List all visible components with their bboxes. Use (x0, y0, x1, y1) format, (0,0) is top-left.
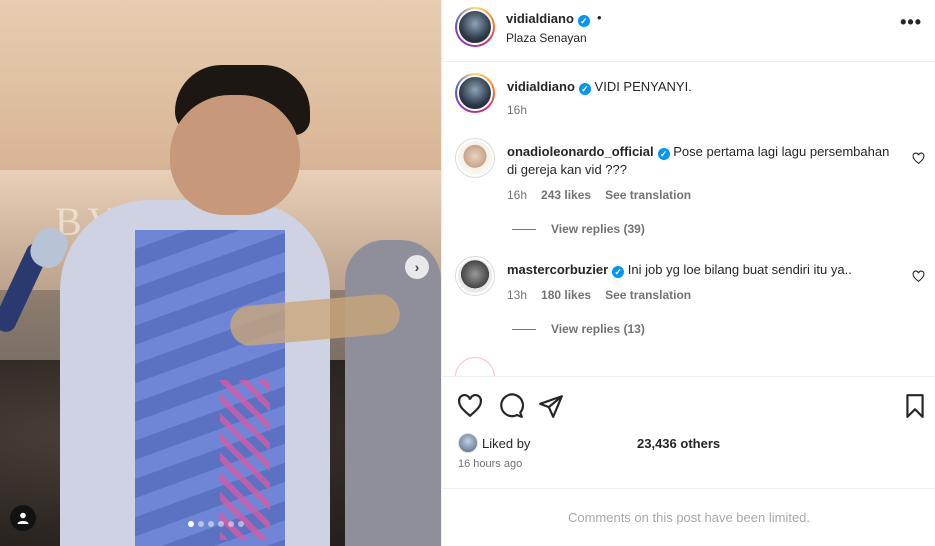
comment-meta: 16h 243 likes See translation (507, 188, 691, 202)
verified-check-icon: ✓ (577, 15, 590, 27)
comment-time: 16h (507, 188, 528, 202)
comments-list[interactable]: vidialdiano ✓ VIDI PENYANYI. 16h onadiole… (442, 63, 935, 376)
view-replies-button[interactable]: View replies (39) (512, 222, 645, 236)
author-avatar[interactable] (455, 73, 495, 113)
post-actions-bar (442, 376, 935, 434)
photo-background-singer (345, 240, 441, 546)
carousel-indicator (188, 521, 244, 527)
caption-meta: 16h (507, 103, 527, 117)
view-replies-button[interactable]: View replies (13) (512, 322, 645, 336)
author-username[interactable]: vidialdiano ✓ (506, 11, 590, 27)
post-photo[interactable]: BVLGARI › (0, 0, 441, 546)
tagged-users-button[interactable] (10, 505, 36, 531)
author-avatar[interactable] (455, 7, 495, 47)
comment-like-heart-icon[interactable] (912, 270, 925, 283)
comment-body: mastercorbuzier ✓ Ini job yg loe bilang b… (507, 261, 892, 279)
liked-by-label: Liked by (482, 436, 531, 451)
verified-check-icon: ✓ (578, 83, 591, 95)
comment-like-heart-icon[interactable] (912, 152, 925, 165)
comment-username[interactable]: onadioleonardo_official (507, 144, 654, 159)
see-translation-link[interactable]: See translation (605, 188, 691, 202)
view-replies-label[interactable]: View replies (39) (551, 222, 645, 236)
commenter-avatar[interactable] (455, 138, 495, 178)
commenter-avatar[interactable] (455, 256, 495, 296)
liker-avatar[interactable] (458, 433, 478, 453)
comment-meta: 13h 180 likes See translation (507, 288, 691, 302)
carousel-dot (188, 521, 194, 527)
replies-divider (512, 228, 536, 230)
header-separator: • (597, 10, 602, 25)
comment-item-partial (455, 357, 925, 376)
heart-icon[interactable] (457, 393, 483, 419)
view-replies-label[interactable]: View replies (13) (551, 322, 645, 336)
likes-count[interactable]: 23,436 others (637, 436, 720, 451)
replies-divider (512, 328, 536, 330)
post-timestamp[interactable]: 16 hours ago (458, 458, 522, 470)
carousel-dot (198, 521, 204, 527)
comments-limited-notice: Comments on this post have been limited. (442, 488, 935, 546)
verified-check-icon: ✓ (657, 148, 670, 160)
carousel-dot (208, 521, 214, 527)
post-side-panel: vidialdiano ✓ • Plaza Senayan ••• vidiald… (441, 0, 935, 546)
photo-vest-pattern (220, 380, 270, 540)
comment-time: 13h (507, 288, 528, 302)
comment-body: onadioleonardo_official ✓ Pose pertama la… (507, 143, 892, 179)
comment-likes[interactable]: 180 likes (541, 288, 591, 302)
see-translation-link[interactable]: See translation (605, 288, 691, 302)
user-icon (17, 512, 29, 524)
post-header: vidialdiano ✓ • Plaza Senayan ••• (442, 0, 935, 62)
carousel-dot (228, 521, 234, 527)
caption-body: vidialdiano ✓ VIDI PENYANYI. (507, 78, 892, 96)
comment-likes[interactable]: 243 likes (541, 188, 591, 202)
bookmark-icon[interactable] (902, 393, 928, 419)
comment-bubble-icon[interactable] (498, 393, 525, 419)
liked-by-row: Liked by 23,436 others (458, 433, 928, 457)
paper-plane-icon[interactable] (538, 393, 564, 419)
post-location[interactable]: Plaza Senayan (506, 31, 587, 45)
next-slide-button[interactable]: › (405, 255, 429, 279)
caption-text: VIDI PENYANYI. (594, 79, 692, 94)
caption-time: 16h (507, 103, 528, 117)
verified-check-icon: ✓ (612, 266, 625, 278)
photo-face (170, 95, 300, 215)
carousel-dot (238, 521, 244, 527)
caption-username[interactable]: vidialdiano (507, 79, 575, 94)
commenter-avatar[interactable] (455, 357, 495, 376)
carousel-dot (218, 521, 224, 527)
comment-text: Ini job yg loe bilang buat sendiri itu y… (627, 262, 852, 277)
comment-username[interactable]: mastercorbuzier (507, 262, 608, 277)
more-options-icon[interactable]: ••• (900, 12, 922, 33)
